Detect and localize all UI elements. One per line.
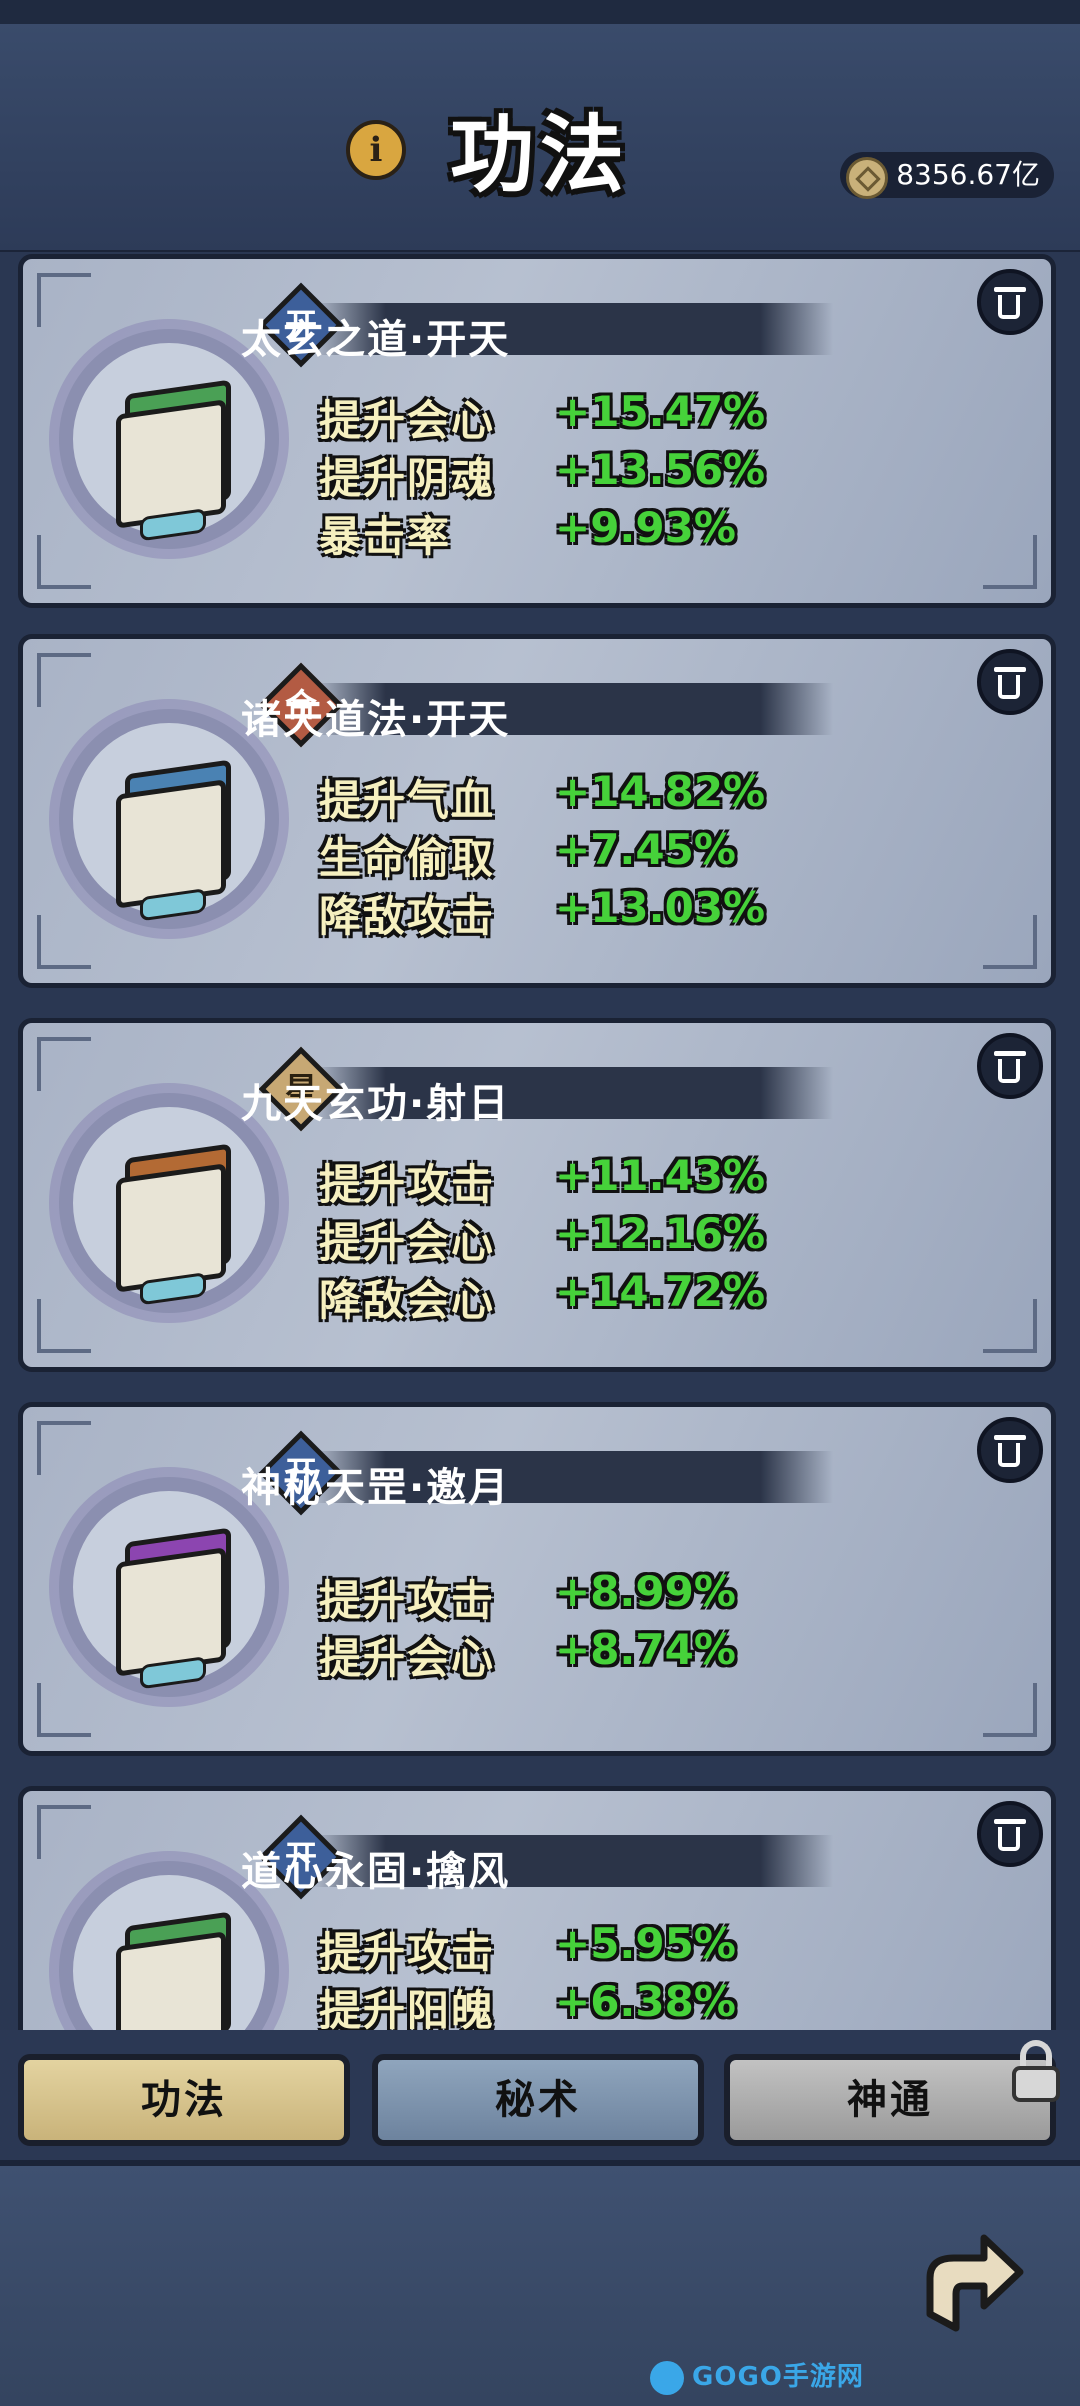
- tab-mishu[interactable]: 秘术: [372, 2054, 704, 2146]
- stat-value: +13.56%: [555, 445, 766, 494]
- stat-label: 降敌会心: [319, 1276, 496, 1325]
- stat-label: 提升气血: [319, 776, 496, 825]
- stat-label: 提升阳魄: [319, 1986, 496, 2030]
- stat-label: 提升攻击: [319, 1928, 496, 1977]
- skill-card[interactable]: 开 太玄之道·开天 提升会心 +15.47% 提升阴魂 +13.56% 暴击率 +9.…: [18, 254, 1056, 608]
- stat-label: 提升攻击: [319, 1576, 496, 1625]
- header: i 功法 8356.67亿: [0, 0, 1080, 256]
- trash-icon[interactable]: [977, 649, 1043, 715]
- stat-label: 降敌攻击: [319, 892, 496, 941]
- stat-label: 提升阴魂: [319, 454, 496, 503]
- tab-bar: 功法 秘术 神通: [0, 2030, 1080, 2160]
- stat-value: +12.16%: [555, 1209, 766, 1258]
- stat-value: +8.74%: [555, 1625, 736, 1674]
- watermark-logo-icon: [650, 2360, 684, 2395]
- lock-icon: [1010, 2040, 1062, 2102]
- trash-icon[interactable]: [977, 1801, 1043, 1867]
- stat-value: +5.95%: [555, 1919, 736, 1968]
- skill-card[interactable]: 合 诸天道法·开天 提升气血 +14.82% 生命偷取 +7.45% 降敌攻击 +13…: [18, 634, 1056, 988]
- back-arrow-icon[interactable]: [910, 2218, 1030, 2338]
- stat-value: +13.03%: [555, 883, 766, 932]
- skill-list[interactable]: 开 太玄之道·开天 提升会心 +15.47% 提升阴魂 +13.56% 暴击率 +9.…: [0, 252, 1080, 2030]
- skill-card[interactable]: 星 九天玄功·射日 提升攻击 +11.43% 提升会心 +12.16% 降敌会心 +1…: [18, 1018, 1056, 1372]
- trash-icon[interactable]: [977, 1417, 1043, 1483]
- watermark: GOGO手游网: [650, 2356, 864, 2396]
- stat-value: +8.99%: [555, 1567, 736, 1616]
- stat-value: +7.45%: [555, 825, 736, 874]
- skill-name: 神秘天罡·邀月: [241, 1465, 511, 1511]
- stat-label: 提升攻击: [319, 1160, 496, 1209]
- stat-label: 提升会心: [319, 1218, 496, 1267]
- tab-gongfa[interactable]: 功法: [18, 2054, 350, 2146]
- skill-name: 诸天道法·开天: [241, 697, 511, 743]
- stat-label: 提升会心: [319, 396, 496, 445]
- trash-icon[interactable]: [977, 269, 1043, 335]
- stat-label: 生命偷取: [319, 834, 496, 883]
- stat-label: 提升会心: [319, 1634, 496, 1683]
- skill-card[interactable]: 开 道心永固·擒风 提升攻击 +5.95% 提升阳魄 +6.38%: [18, 1786, 1056, 2030]
- skill-name: 九天玄功·射日: [241, 1081, 511, 1127]
- currency-value: 8356.67亿: [896, 158, 1040, 191]
- stat-value: +14.82%: [555, 767, 766, 816]
- skill-card[interactable]: 开 神秘天罡·邀月 提升攻击 +8.99% 提升会心 +8.74%: [18, 1402, 1056, 1756]
- coin-icon: [846, 157, 889, 199]
- stat-value: +15.47%: [555, 387, 766, 436]
- skill-name: 道心永固·擒风: [241, 1849, 511, 1895]
- skill-name: 太玄之道·开天: [241, 317, 511, 363]
- stat-value: +6.38%: [555, 1977, 736, 2026]
- stat-value: +14.72%: [555, 1267, 766, 1316]
- currency-display: 8356.67亿: [840, 152, 1054, 199]
- tab-shentong[interactable]: 神通: [724, 2054, 1056, 2146]
- stat-value: +9.93%: [555, 503, 736, 552]
- stat-value: +11.43%: [555, 1151, 766, 1200]
- trash-icon[interactable]: [977, 1033, 1043, 1099]
- stat-label: 暴击率: [319, 512, 452, 561]
